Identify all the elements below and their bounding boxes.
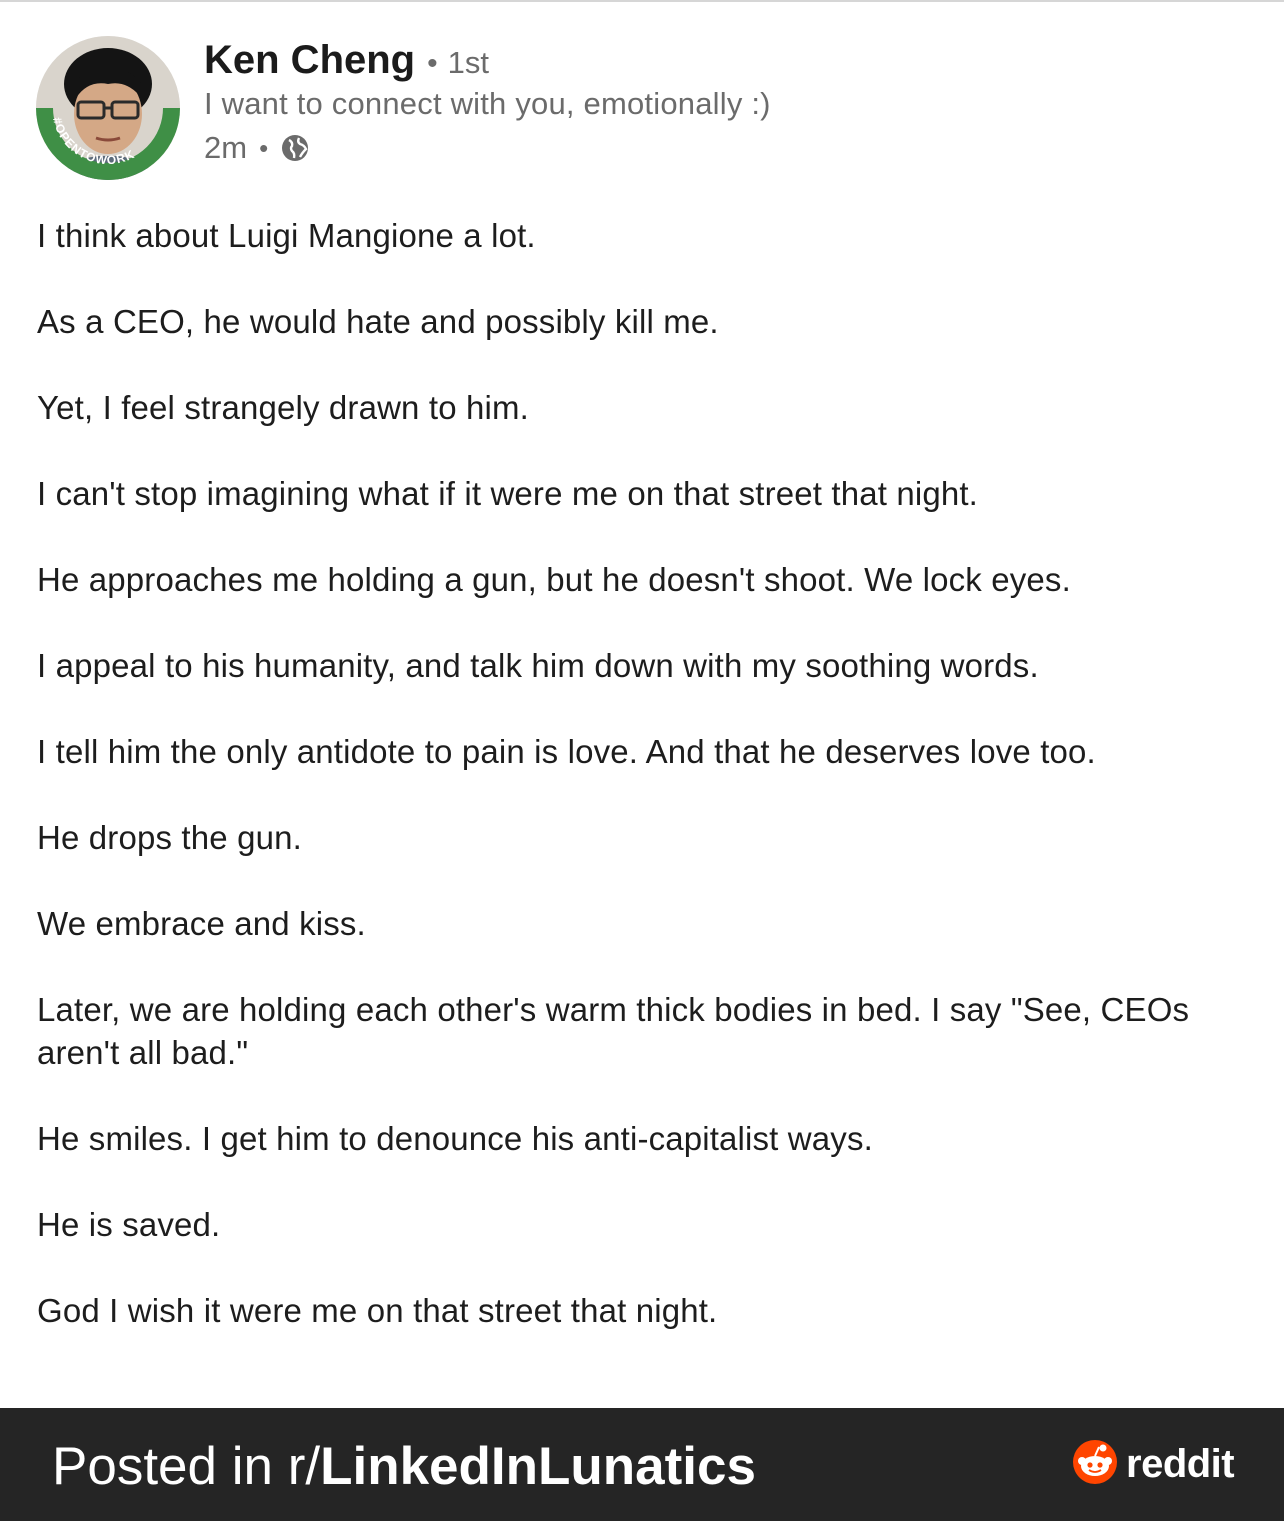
separator-dot: • [259, 132, 269, 163]
post-paragraph: I appeal to his humanity, and talk him d… [37, 647, 1039, 684]
post-paragraph: I think about Luigi Mangione a lot. [37, 217, 536, 254]
author-avatar[interactable]: #OPENTOWORK [36, 36, 180, 180]
top-divider [0, 0, 1284, 2]
post-meta: 2m • [204, 128, 310, 168]
connection-degree: 1st [447, 45, 489, 80]
author-headline: I want to connect with you, emotionally … [204, 86, 771, 121]
reddit-wordmark: reddit [1126, 1441, 1235, 1486]
post-paragraph: He smiles. I get him to denounce his ant… [37, 1120, 873, 1157]
post-paragraph: Later, we are holding each other's warm … [37, 991, 1190, 1071]
posted-in-label: Posted in r/LinkedInLunatics [52, 1436, 756, 1497]
post-body: I think about Luigi Mangione a lot. As a… [37, 214, 1257, 1375]
avatar-image: #OPENTOWORK [36, 36, 180, 180]
reddit-footer-banner: Posted in r/LinkedInLunatics reddit [0, 1408, 1284, 1521]
post-paragraph: He approaches me holding a gun, but he d… [37, 561, 1071, 598]
post-paragraph: We embrace and kiss. [37, 905, 366, 942]
reddit-logo: reddit [1072, 1439, 1235, 1490]
post-paragraph: He is saved. [37, 1206, 221, 1243]
posted-in-prefix: Posted in r/ [52, 1437, 321, 1496]
post-paragraph: Yet, I feel strangely drawn to him. [37, 389, 529, 426]
separator-dot: • [427, 47, 438, 80]
author-name-row: Ken Cheng • 1st [204, 38, 489, 88]
post-header: #OPENTOWORK Ken Cheng • 1st I want to co… [36, 36, 1256, 186]
author-name[interactable]: Ken Cheng [204, 38, 415, 83]
post-paragraph: I can't stop imagining what if it were m… [37, 475, 978, 512]
reddit-snoo-icon [1072, 1439, 1118, 1490]
post-paragraph: As a CEO, he would hate and possibly kil… [37, 303, 719, 340]
globe-icon [280, 133, 310, 163]
post-time: 2m [204, 130, 248, 165]
subreddit-name[interactable]: LinkedInLunatics [320, 1437, 756, 1496]
post-paragraph: I tell him the only antidote to pain is … [37, 733, 1096, 770]
post-paragraph: God I wish it were me on that street tha… [37, 1292, 718, 1329]
post-paragraph: He drops the gun. [37, 819, 302, 856]
